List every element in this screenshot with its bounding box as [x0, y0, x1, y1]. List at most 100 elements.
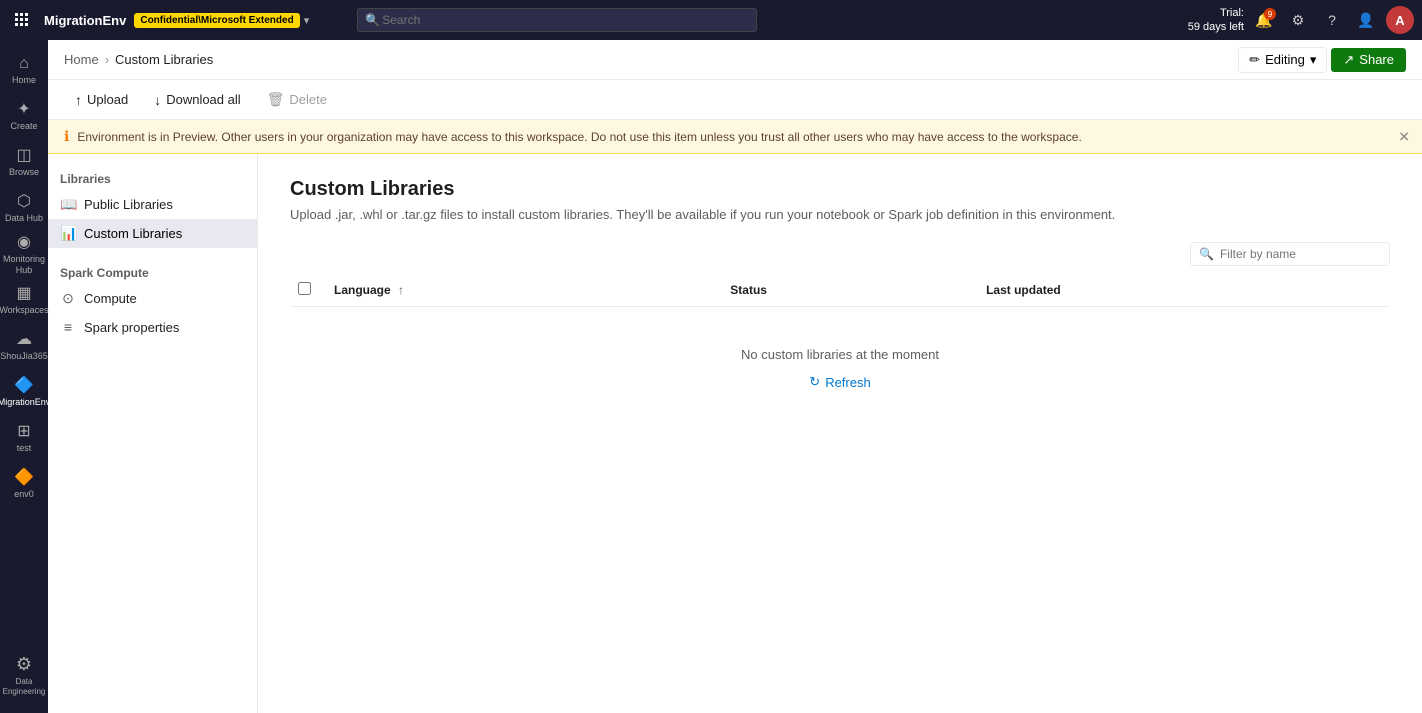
sidebar-item-label: test [17, 443, 32, 454]
sidebar-item-label: Data Engineering [2, 677, 46, 696]
sidebar-item-label: env0 [14, 489, 34, 500]
data-engineering-icon: ⚙ [16, 654, 32, 676]
sidebar: Libraries 📖 Public Libraries 📊 Custom Li… [48, 154, 258, 713]
sidebar-item-datahub[interactable]: ⬡ Data Hub [2, 186, 46, 230]
spark-properties-label: Spark properties [84, 320, 179, 335]
public-libraries-icon: 📖 [60, 196, 76, 213]
public-libraries-label: Public Libraries [84, 197, 173, 212]
warning-banner: ℹ Environment is in Preview. Other users… [48, 120, 1422, 154]
datahub-icon: ⬡ [17, 192, 31, 211]
sidebar-item-label: ShouJia365 [0, 351, 48, 362]
main-panel: Custom Libraries Upload .jar, .whl or .t… [258, 154, 1422, 713]
spark-properties-icon: ≡ [60, 319, 76, 335]
edit-icon: ✏ [1249, 52, 1260, 68]
sidebar-item-browse[interactable]: ◫ Browse [2, 140, 46, 184]
monitoring-icon: ◉ [17, 233, 31, 252]
action-bar: Home › Custom Libraries ✏ Editing ▾ ↗ Sh… [48, 40, 1422, 80]
page-header: Custom Libraries Upload .jar, .whl or .t… [258, 154, 1422, 234]
empty-state: No custom libraries at the moment ↻ Refr… [290, 307, 1390, 434]
settings-button[interactable]: ⚙ [1284, 6, 1312, 34]
warning-icon: ℹ [64, 128, 69, 145]
sidebar-item-data-engineering[interactable]: ⚙ Data Engineering [2, 653, 46, 697]
search-icon: 🔍 [365, 13, 380, 27]
breadcrumb-current: Custom Libraries [115, 52, 213, 67]
last-updated-column-header: Last updated [974, 274, 1390, 307]
sidebar-item-test[interactable]: ⊞ test [2, 416, 46, 460]
search-input[interactable] [357, 8, 757, 32]
compute-label: Compute [84, 291, 137, 306]
env-selector[interactable]: Confidential\Microsoft Extended ▾ [134, 13, 309, 28]
avatar[interactable]: A [1386, 6, 1414, 34]
refresh-icon: ↻ [809, 374, 820, 390]
filter-icon: 🔍 [1199, 247, 1214, 261]
search-container: 🔍 [357, 8, 757, 32]
sidebar-item-custom-libraries[interactable]: 📊 Custom Libraries [48, 219, 257, 248]
env-badge: Confidential\Microsoft Extended [134, 13, 299, 28]
refresh-button[interactable]: ↻ Refresh [801, 370, 878, 394]
table-toolbar: 🔍 [258, 234, 1422, 274]
custom-libraries-icon: 📊 [60, 225, 76, 242]
env0-icon: 🔶 [14, 468, 34, 487]
libraries-section-title: Libraries [48, 166, 257, 190]
main-wrapper: Home › Custom Libraries ✏ Editing ▾ ↗ Sh… [48, 40, 1422, 713]
sidebar-item-public-libraries[interactable]: 📖 Public Libraries [48, 190, 257, 219]
delete-icon: 🗑 [267, 91, 285, 108]
sidebar-item-label: Home [12, 75, 36, 86]
sidebar-item-home[interactable]: ⌂ Home [2, 48, 46, 92]
upload-button[interactable]: ↑ Upload [64, 87, 139, 113]
content-area: Libraries 📖 Public Libraries 📊 Custom Li… [48, 154, 1422, 713]
topbar-actions: Trial: 59 days left 🔔 9 ⚙ ? 👤 A [1188, 6, 1414, 35]
test-icon: ⊞ [17, 422, 30, 441]
app-name: MigrationEnv [44, 13, 126, 28]
workspaces-icon: ▦ [16, 284, 31, 303]
language-column-header[interactable]: Language ↑ [322, 274, 718, 307]
toolbar: ↑ Upload ↓ Download all 🗑 Delete [48, 80, 1422, 120]
sidebar-item-monitoring[interactable]: ◉ Monitoring Hub [2, 232, 46, 276]
filter-input[interactable] [1220, 247, 1381, 261]
nav-bottom: ⚙ Data Engineering [2, 653, 46, 705]
select-all-checkbox[interactable] [298, 282, 311, 295]
sidebar-item-label: Workspaces [0, 305, 49, 316]
browse-icon: ◫ [16, 146, 31, 165]
sidebar-item-workspaces[interactable]: ▦ Workspaces [2, 278, 46, 322]
sidebar-item-shoujia365[interactable]: ☁ ShouJia365 [2, 324, 46, 368]
edit-button[interactable]: ✏ Editing ▾ [1238, 47, 1327, 73]
compute-icon: ⊙ [60, 290, 76, 307]
warning-close-button[interactable]: ✕ [1398, 128, 1410, 145]
spark-compute-section-title: Spark Compute [48, 260, 257, 284]
sidebar-item-label: Create [10, 121, 37, 132]
sidebar-item-label: Monitoring Hub [2, 254, 46, 276]
sidebar-item-label: MigrationEnv [0, 397, 50, 408]
share-button[interactable]: ↗ Share [1331, 48, 1406, 72]
status-column-header: Status [718, 274, 974, 307]
sidebar-item-spark-properties[interactable]: ≡ Spark properties [48, 313, 257, 341]
notifications-button[interactable]: 🔔 9 [1250, 6, 1278, 34]
breadcrumb-home[interactable]: Home [64, 52, 99, 67]
sidebar-item-env0[interactable]: 🔶 env0 [2, 462, 46, 506]
custom-libraries-label: Custom Libraries [84, 226, 182, 241]
notification-badge: 9 [1264, 8, 1276, 20]
help-button[interactable]: ? [1318, 6, 1346, 34]
warning-text: Environment is in Preview. Other users i… [77, 130, 1081, 144]
people-button[interactable]: 👤 [1352, 6, 1380, 34]
breadcrumb-separator: › [105, 52, 109, 67]
sort-icon: ↑ [398, 283, 404, 297]
sidebar-item-compute[interactable]: ⊙ Compute [48, 284, 257, 313]
trial-info: Trial: 59 days left [1188, 6, 1244, 35]
select-all-header [290, 274, 322, 307]
page-description: Upload .jar, .whl or .tar.gz files to in… [290, 207, 1390, 222]
delete-button[interactable]: 🗑 Delete [256, 86, 338, 113]
download-all-button[interactable]: ↓ Download all [143, 87, 251, 113]
sidebar-item-migrationenv[interactable]: 🔷 MigrationEnv [2, 370, 46, 414]
grid-menu-icon[interactable] [8, 12, 36, 28]
create-icon: ✦ [17, 100, 30, 119]
breadcrumb: Home › Custom Libraries [64, 52, 213, 67]
sidebar-item-create[interactable]: ✦ Create [2, 94, 46, 138]
dropdown-icon: ▾ [304, 14, 310, 27]
page-title: Custom Libraries [290, 178, 1390, 201]
share-icon: ↗ [1343, 52, 1354, 68]
left-nav: ⌂ Home ✦ Create ◫ Browse ⬡ Data Hub ◉ Mo… [0, 40, 48, 713]
sidebar-item-label: Browse [9, 167, 39, 178]
filter-input-container: 🔍 [1190, 242, 1390, 266]
upload-icon: ↑ [75, 92, 82, 108]
